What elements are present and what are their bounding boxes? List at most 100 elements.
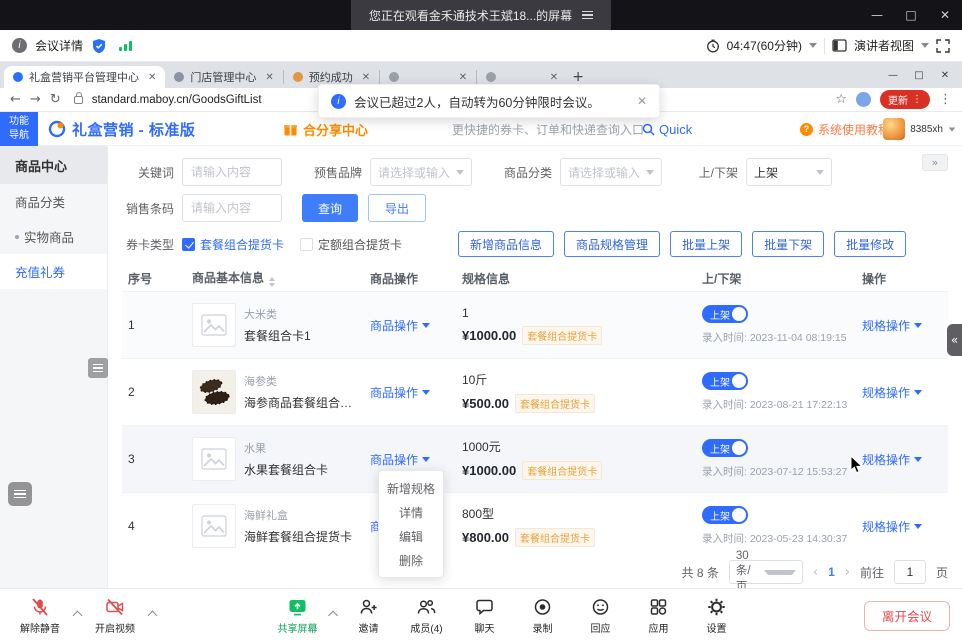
right-panel-handle[interactable]: «: [947, 324, 962, 356]
bookmark-star-icon[interactable]: ☆: [835, 93, 847, 106]
tab-close-icon[interactable]: ✕: [265, 72, 273, 83]
close-button[interactable]: ✕: [928, 0, 962, 30]
spec-op-dropdown[interactable]: 规格操作: [862, 451, 922, 468]
invite-icon: [359, 597, 379, 617]
row-index: 4: [122, 519, 186, 533]
minimize-button[interactable]: —: [860, 0, 894, 30]
status-select[interactable]: 上架: [746, 158, 832, 186]
brand-select[interactable]: 请选择或输入: [370, 158, 472, 186]
export-button[interactable]: 导出: [368, 194, 426, 222]
keyword-input[interactable]: [182, 158, 282, 186]
meeting-timer: 04:47(60分钟): [727, 37, 802, 54]
fullscreen-icon[interactable]: [936, 39, 950, 53]
browser-maximize-icon[interactable]: □: [906, 62, 932, 88]
meeting-chat-handle[interactable]: [8, 482, 32, 506]
menu-item-add-spec[interactable]: 新增规格: [379, 476, 443, 500]
sidebar-item-goods-category[interactable]: 商品分类: [0, 184, 107, 219]
back-icon[interactable]: ←: [10, 93, 21, 106]
product-op-dropdown[interactable]: 商品操作: [370, 317, 430, 334]
browser-close-icon[interactable]: ✕: [932, 62, 958, 88]
on-shelf-toggle[interactable]: 上架: [702, 372, 748, 390]
maximize-button[interactable]: □: [894, 0, 928, 30]
spec-op-dropdown[interactable]: 规格操作: [862, 317, 922, 334]
banner-menu-icon[interactable]: [582, 11, 593, 20]
start-video-button[interactable]: 开启视频: [87, 597, 143, 635]
spec-op-dropdown[interactable]: 规格操作: [862, 518, 922, 535]
on-shelf-toggle[interactable]: 上架: [702, 439, 748, 457]
url-text[interactable]: standard.maboy.cn/GoodsGiftList: [92, 94, 262, 106]
settings-button[interactable]: 设置: [689, 597, 745, 635]
price: ¥1000.00: [462, 463, 516, 478]
category-select[interactable]: 请选择或输入: [560, 158, 662, 186]
sort-icon[interactable]: [269, 277, 275, 287]
category-label: 商品分类: [492, 164, 552, 181]
tab-close-icon[interactable]: ✕: [362, 72, 370, 83]
browser-tab[interactable]: 门店管理中心 ✕: [165, 66, 282, 88]
invite-button[interactable]: 邀请: [341, 597, 397, 635]
leave-meeting-button[interactable]: 离开会议: [864, 601, 950, 631]
checkbox-package-combo[interactable]: [182, 238, 195, 251]
brand-label: 预售品牌: [302, 164, 362, 181]
product-op-dropdown-open[interactable]: 商品操作: [370, 451, 430, 468]
goto-page-input[interactable]: [894, 560, 926, 584]
barcode-input[interactable]: [182, 194, 282, 222]
spec-op-dropdown[interactable]: 规格操作: [862, 384, 922, 401]
apps-button[interactable]: 应用: [631, 597, 687, 635]
on-shelf-toggle[interactable]: 上架: [702, 506, 748, 524]
on-shelf-toggle[interactable]: 上架: [702, 305, 748, 323]
toast-close-icon[interactable]: ✕: [637, 94, 647, 108]
forward-icon[interactable]: →: [30, 93, 41, 106]
view-mode-selector[interactable]: 演讲者视图: [854, 37, 914, 54]
view-dropdown-icon[interactable]: [921, 43, 929, 48]
next-page-icon[interactable]: ›: [845, 565, 850, 580]
product-image-placeholder: [192, 504, 236, 548]
tab-close-icon[interactable]: ✕: [459, 72, 467, 83]
checkbox-label[interactable]: 套餐组合提货卡: [200, 236, 284, 253]
checkbox-fixed-combo[interactable]: [300, 238, 313, 251]
chat-button[interactable]: 聊天: [457, 597, 513, 635]
panel-collapse-button[interactable]: »: [922, 154, 948, 171]
feature-nav-toggle[interactable]: 功能导航: [0, 112, 38, 146]
refresh-icon[interactable]: ↻: [50, 93, 61, 106]
sidebar-collapse-handle[interactable]: [88, 358, 108, 378]
browser-tab-active[interactable]: 礼盒营销平台管理中心 ✕: [4, 66, 165, 88]
menu-item-delete[interactable]: 删除: [379, 548, 443, 572]
members-button[interactable]: 成员(4): [399, 597, 455, 635]
lock-icon[interactable]: [74, 96, 83, 104]
tab-close-icon[interactable]: ✕: [148, 72, 156, 83]
current-page[interactable]: 1: [828, 565, 835, 579]
browser-menu-icon[interactable]: ⋮: [939, 93, 952, 106]
camera-options-icon[interactable]: [148, 611, 158, 621]
search-button[interactable]: 查询: [302, 194, 358, 222]
unmute-button[interactable]: 解除静音: [12, 597, 68, 635]
checkbox-label[interactable]: 定额组合提货卡: [318, 236, 402, 253]
batch-off-shelf-button[interactable]: 批量下架: [752, 231, 824, 257]
browser-profile-icon[interactable]: [856, 92, 871, 107]
menu-item-edit[interactable]: 编辑: [379, 524, 443, 548]
sidebar-item-recharge-voucher[interactable]: 充值礼券: [0, 254, 107, 289]
reactions-button[interactable]: 回应: [573, 597, 629, 635]
product-op-dropdown[interactable]: 商品操作: [370, 384, 430, 401]
share-screen-button[interactable]: 共享屏幕: [270, 597, 326, 635]
prev-page-icon[interactable]: ‹: [813, 565, 818, 580]
add-product-button[interactable]: 新增商品信息: [458, 231, 554, 257]
browser-update-button[interactable]: 更新⋮: [880, 90, 930, 109]
timer-dropdown-icon[interactable]: [809, 43, 817, 48]
batch-on-shelf-button[interactable]: 批量上架: [670, 231, 742, 257]
share-options-icon[interactable]: [328, 611, 338, 621]
tab-close-icon[interactable]: ✕: [550, 72, 558, 83]
browser-minimize-icon[interactable]: —: [880, 62, 906, 88]
menu-item-detail[interactable]: 详情: [379, 500, 443, 524]
entry-time: 录入时间: 2023-11-04 08:19:15: [702, 330, 856, 345]
mic-options-icon[interactable]: [73, 611, 83, 621]
spec-manage-button[interactable]: 商品规格管理: [564, 231, 660, 257]
product-name: 套餐组合卡1: [244, 327, 311, 344]
sidebar-item-physical-goods[interactable]: 实物商品: [0, 219, 107, 254]
timer-icon: [706, 39, 720, 53]
page-size-select[interactable]: 30条/页: [729, 560, 803, 584]
batch-edit-button[interactable]: 批量修改: [834, 231, 906, 257]
record-button[interactable]: 录制: [515, 597, 571, 635]
meeting-details-link[interactable]: 会议详情: [35, 37, 83, 54]
user-menu[interactable]: 8385xh: [883, 112, 956, 146]
tutorial-link[interactable]: ? 系统使用教程: [800, 112, 890, 146]
